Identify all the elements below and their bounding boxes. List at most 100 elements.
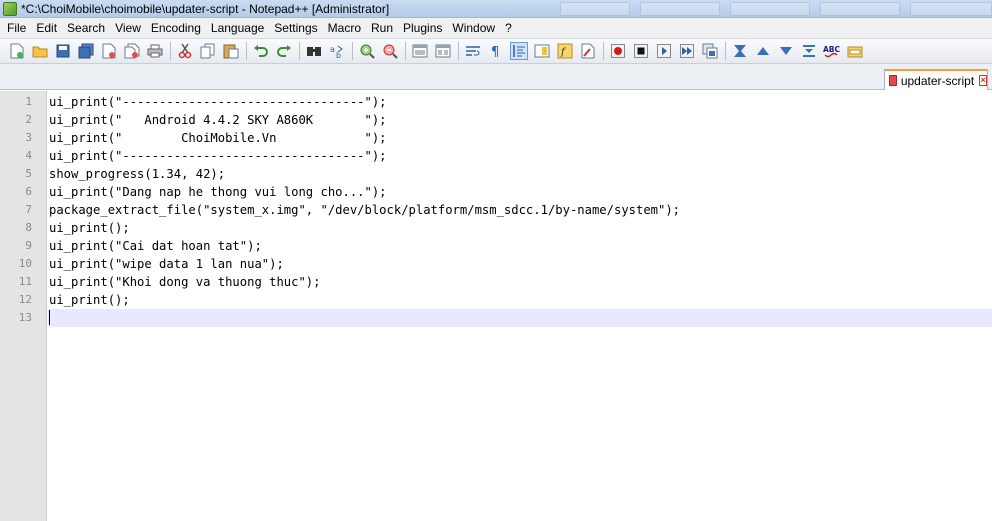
code-line[interactable]: ui_print(" Android 4.4.2 SKY A860K "); bbox=[49, 111, 387, 129]
toolbar-separator bbox=[170, 42, 171, 60]
menu-settings[interactable]: Settings bbox=[269, 19, 322, 37]
code-line[interactable]: ui_print(); bbox=[49, 291, 130, 309]
unfold-icon[interactable] bbox=[800, 42, 818, 60]
line-number: 3 bbox=[25, 131, 32, 144]
window-title: *C:\ChoiMobile\choimobile\updater-script… bbox=[21, 1, 390, 16]
title-bar: *C:\ChoiMobile\choimobile\updater-script… bbox=[0, 0, 992, 18]
zoom-out-icon[interactable] bbox=[381, 42, 399, 60]
text-caret bbox=[49, 310, 50, 325]
code-line[interactable]: ui_print("Khoi dong va thuong thuc"); bbox=[49, 273, 321, 291]
line-number: 4 bbox=[25, 149, 32, 162]
function-list-icon[interactable]: f bbox=[556, 42, 574, 60]
line-number: 7 bbox=[25, 203, 32, 216]
sync-horizontal-icon[interactable] bbox=[434, 42, 452, 60]
code-line[interactable]: ui_print("Dang nap he thong vui long cho… bbox=[49, 183, 387, 201]
toolbar-separator bbox=[725, 42, 726, 60]
unsaved-file-icon bbox=[889, 75, 897, 86]
code-line[interactable]: show_progress(1.34, 42); bbox=[49, 165, 225, 183]
toolbar-separator bbox=[458, 42, 459, 60]
print-icon[interactable] bbox=[146, 42, 164, 60]
redo-icon[interactable] bbox=[275, 42, 293, 60]
doc-map-icon[interactable] bbox=[533, 42, 551, 60]
toolbar-separator bbox=[405, 42, 406, 60]
menu-help[interactable]: ? bbox=[500, 19, 517, 37]
line-number: 1 bbox=[25, 95, 32, 108]
code-line[interactable]: ui_print("wipe data 1 lan nua"); bbox=[49, 255, 284, 273]
menu-view[interactable]: View bbox=[110, 19, 146, 37]
tab-label: updater-script bbox=[900, 73, 975, 88]
menu-run[interactable]: Run bbox=[366, 19, 398, 37]
toolbar-separator bbox=[603, 42, 604, 60]
menu-encoding[interactable]: Encoding bbox=[146, 19, 206, 37]
show-all-chars-icon[interactable]: ¶ bbox=[487, 42, 505, 60]
line-number: 8 bbox=[25, 221, 32, 234]
run-macro-multiple-icon[interactable] bbox=[678, 42, 696, 60]
code-line[interactable]: ui_print("------------------------------… bbox=[49, 147, 387, 165]
background-window-tab bbox=[560, 2, 630, 16]
menu-edit[interactable]: Edit bbox=[31, 19, 62, 37]
new-file-icon[interactable] bbox=[8, 42, 26, 60]
replace-icon[interactable]: ab bbox=[328, 42, 346, 60]
copy-icon[interactable] bbox=[199, 42, 217, 60]
close-all-icon[interactable] bbox=[123, 42, 141, 60]
code-line[interactable]: ui_print("------------------------------… bbox=[49, 93, 387, 111]
record-macro-icon[interactable] bbox=[609, 42, 627, 60]
svg-text:¶: ¶ bbox=[491, 45, 499, 58]
line-number: 5 bbox=[25, 167, 32, 180]
line-number: 13 bbox=[18, 311, 32, 324]
line-number: 9 bbox=[25, 239, 32, 252]
word-wrap-icon[interactable] bbox=[464, 42, 482, 60]
menu-plugins[interactable]: Plugins bbox=[398, 19, 447, 37]
next-icon[interactable] bbox=[777, 42, 795, 60]
fold-all-icon[interactable] bbox=[731, 42, 749, 60]
indent-guide-icon[interactable] bbox=[510, 42, 528, 60]
code-line[interactable]: ui_print(" ChoiMobile.Vn "); bbox=[49, 129, 387, 147]
toolbar-separator bbox=[246, 42, 247, 60]
toolbar: ab ¶ f ABC bbox=[0, 38, 992, 64]
tab-updater-script[interactable]: updater-script × bbox=[884, 69, 988, 90]
menu-language[interactable]: Language bbox=[206, 19, 269, 37]
menu-file[interactable]: File bbox=[2, 19, 31, 37]
open-file-icon[interactable] bbox=[31, 42, 49, 60]
close-icon[interactable] bbox=[100, 42, 118, 60]
tab-close-icon[interactable]: × bbox=[979, 75, 987, 86]
save-icon[interactable] bbox=[54, 42, 72, 60]
spellcheck-icon[interactable]: ABC bbox=[823, 42, 841, 60]
current-line-highlight bbox=[48, 309, 992, 327]
save-macro-icon[interactable] bbox=[701, 42, 719, 60]
play-macro-icon[interactable] bbox=[655, 42, 673, 60]
background-window-tab bbox=[820, 2, 900, 16]
menu-macro[interactable]: Macro bbox=[323, 19, 366, 37]
paste-icon[interactable] bbox=[222, 42, 240, 60]
editor[interactable]: 1 2 3 4 5 6 7 8 9 10 11 12 13 ui_print("… bbox=[0, 91, 992, 521]
background-window-tab bbox=[910, 2, 992, 16]
prev-icon[interactable] bbox=[754, 42, 772, 60]
line-number: 2 bbox=[25, 113, 32, 126]
toolbar-separator bbox=[299, 42, 300, 60]
line-number: 12 bbox=[18, 293, 32, 306]
plugin-icon[interactable] bbox=[846, 42, 864, 60]
menu-search[interactable]: Search bbox=[62, 19, 110, 37]
svg-text:a: a bbox=[330, 45, 335, 54]
svg-text:ABC: ABC bbox=[823, 45, 841, 54]
sync-vertical-icon[interactable] bbox=[411, 42, 429, 60]
notepad-plus-plus-icon bbox=[3, 1, 17, 16]
folder-workspace-icon[interactable] bbox=[579, 42, 597, 60]
line-number: 10 bbox=[18, 257, 32, 270]
undo-icon[interactable] bbox=[252, 42, 270, 60]
line-number: 6 bbox=[25, 185, 32, 198]
zoom-in-icon[interactable] bbox=[358, 42, 376, 60]
code-line[interactable]: ui_print("Cai dat hoan tat"); bbox=[49, 237, 262, 255]
stop-record-icon[interactable] bbox=[632, 42, 650, 60]
menu-window[interactable]: Window bbox=[447, 19, 500, 37]
menu-bar: File Edit Search View Encoding Language … bbox=[0, 18, 992, 38]
background-window-tab bbox=[730, 2, 810, 16]
find-icon[interactable] bbox=[305, 42, 323, 60]
save-all-icon[interactable] bbox=[77, 42, 95, 60]
code-line[interactable]: package_extract_file("system_x.img", "/d… bbox=[49, 201, 680, 219]
line-number: 11 bbox=[18, 275, 32, 288]
cut-icon[interactable] bbox=[176, 42, 194, 60]
toolbar-separator bbox=[352, 42, 353, 60]
background-window-tab bbox=[640, 2, 720, 16]
code-line[interactable]: ui_print(); bbox=[49, 219, 130, 237]
